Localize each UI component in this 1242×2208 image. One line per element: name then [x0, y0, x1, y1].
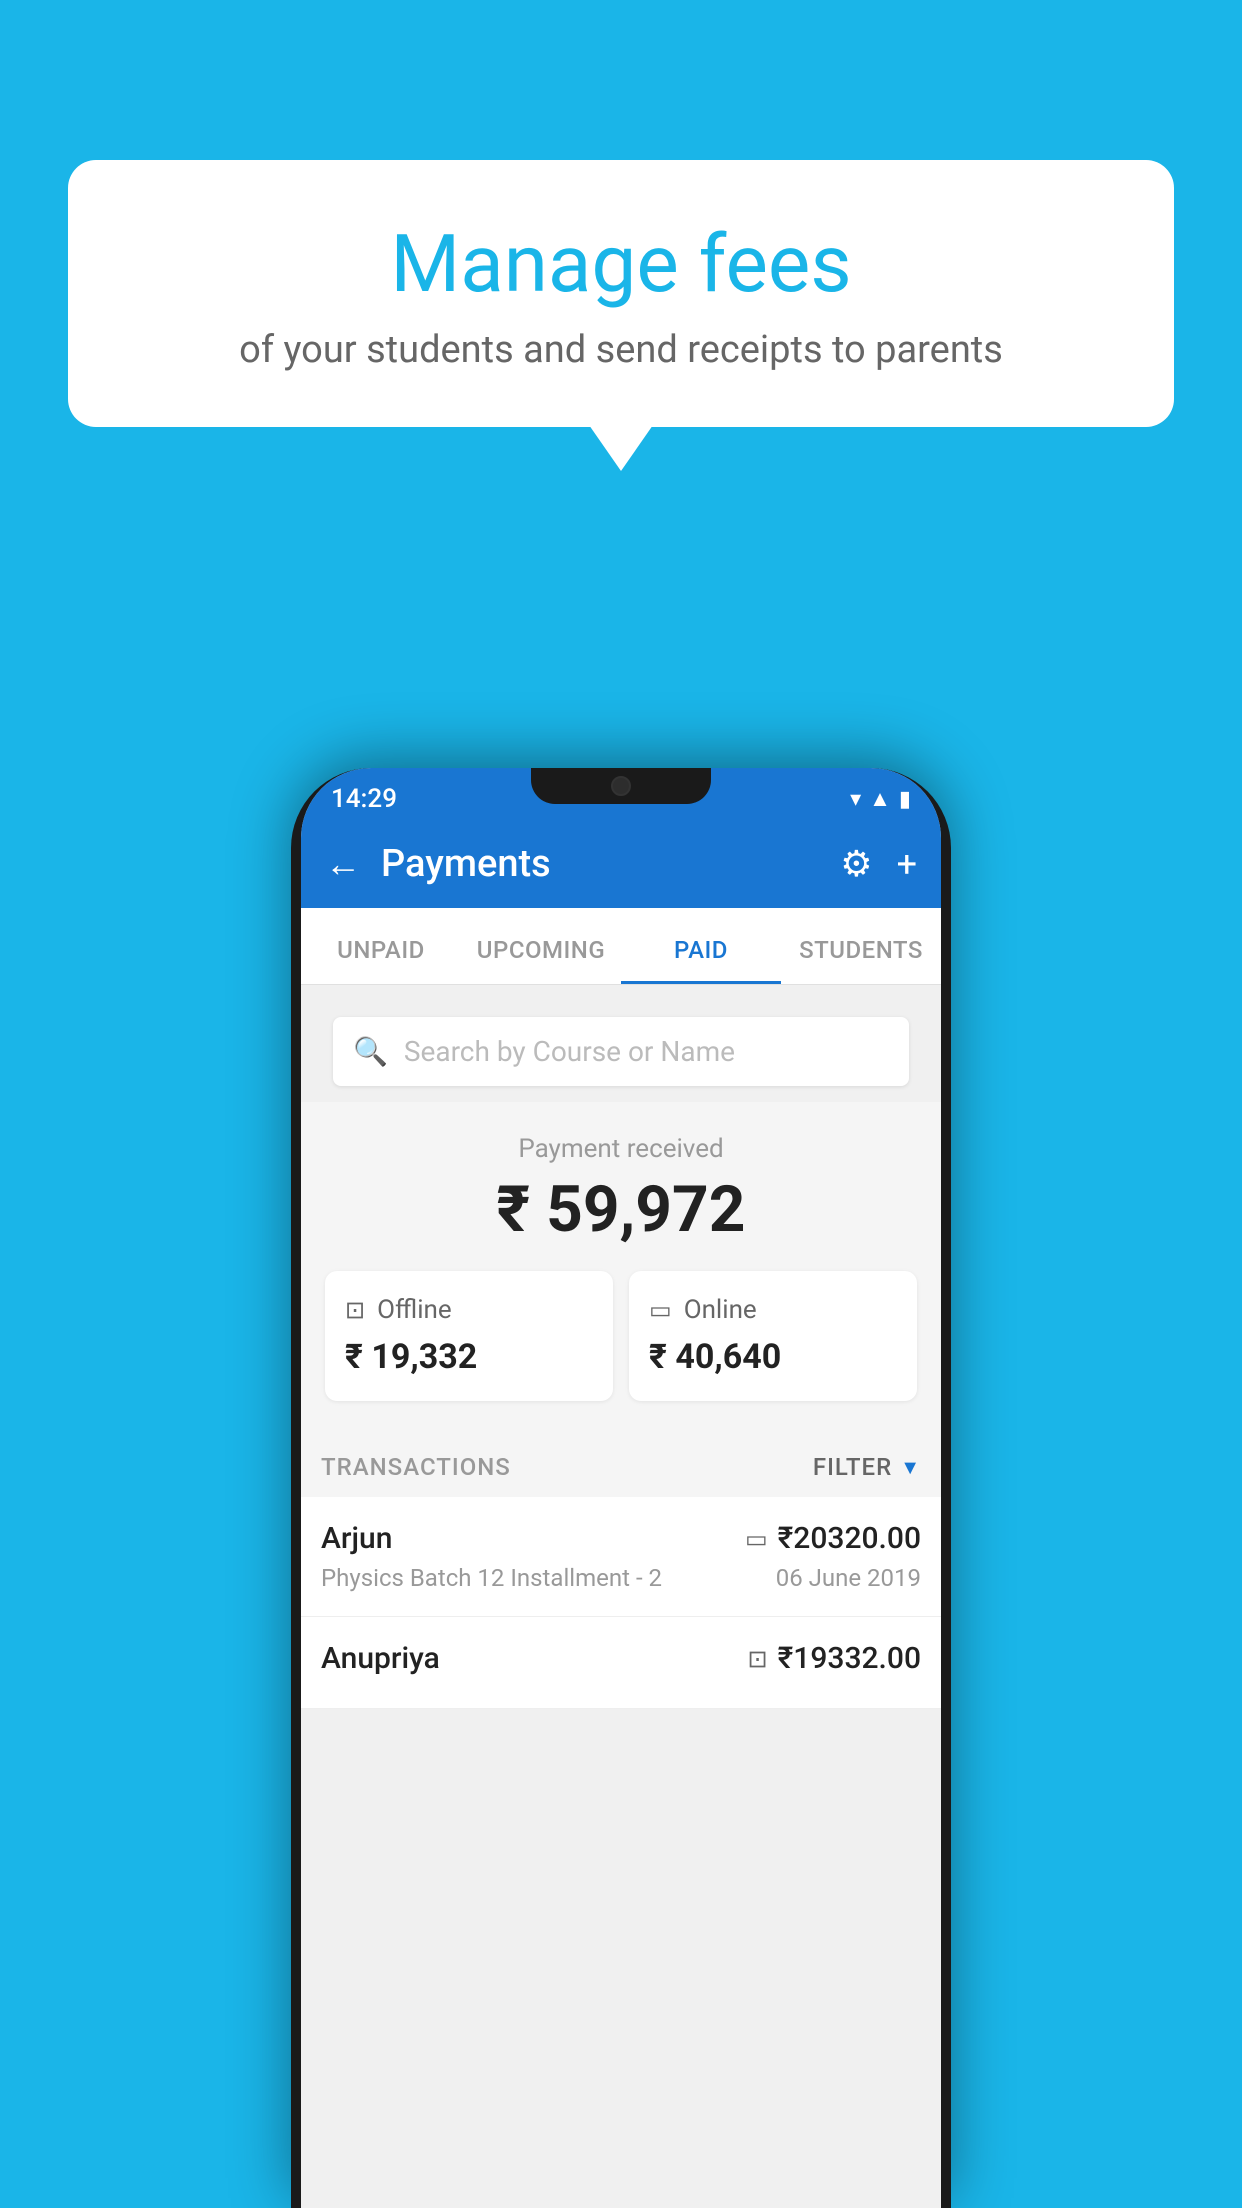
battery-icon: ▮ [899, 787, 911, 812]
front-camera [611, 776, 631, 796]
offline-card: ⊡ Offline ₹ 19,332 [325, 1271, 613, 1401]
online-label: Online [684, 1295, 757, 1325]
transaction-item[interactable]: Arjun ▭ ₹20320.00 Physics Batch 12 Insta… [301, 1497, 941, 1617]
phone-screen: 14:29 ▾ ▲ ▮ ← Payments ⚙ + UNPAID UPCOMI… [301, 768, 941, 2208]
payment-summary: Payment received ₹ 59,972 ⊡ Offline ₹ 19… [301, 1102, 941, 1425]
payment-cards: ⊡ Offline ₹ 19,332 ▭ Online ₹ 40,640 [321, 1271, 921, 1401]
search-placeholder: Search by Course or Name [404, 1035, 735, 1068]
bubble-title: Manage fees [128, 220, 1114, 308]
speech-bubble-section: Manage fees of your students and send re… [68, 160, 1174, 427]
transactions-label: TRANSACTIONS [321, 1453, 511, 1481]
search-icon: 🔍 [353, 1035, 388, 1068]
filter-label: FILTER [813, 1453, 892, 1481]
transaction-amount: ₹19332.00 [778, 1641, 921, 1676]
app-bar-icons: ⚙ + [840, 843, 917, 885]
tab-paid[interactable]: PAID [621, 908, 781, 984]
payment-received-label: Payment received [321, 1134, 921, 1164]
speech-bubble: Manage fees of your students and send re… [68, 160, 1174, 427]
transaction-amount: ₹20320.00 [778, 1521, 921, 1556]
offline-icon: ⊡ [345, 1296, 365, 1324]
offline-label: Offline [377, 1295, 452, 1325]
signal-icon: ▲ [869, 786, 891, 812]
payment-total-amount: ₹ 59,972 [321, 1172, 921, 1247]
app-title: Payments [381, 842, 820, 886]
offline-amount: ₹ 19,332 [345, 1337, 593, 1377]
status-icons: ▾ ▲ ▮ [850, 786, 911, 812]
online-card-header: ▭ Online [649, 1295, 897, 1325]
filter-button[interactable]: FILTER ▼ [813, 1453, 921, 1481]
back-button[interactable]: ← [325, 843, 361, 885]
offline-payment-icon: ⊡ [748, 1645, 768, 1673]
transaction-date: 06 June 2019 [776, 1564, 921, 1592]
transaction-list: Arjun ▭ ₹20320.00 Physics Batch 12 Insta… [301, 1497, 941, 1709]
tab-unpaid[interactable]: UNPAID [301, 908, 461, 984]
transaction-details-row: Physics Batch 12 Installment - 2 06 June… [321, 1564, 921, 1592]
online-amount: ₹ 40,640 [649, 1337, 897, 1377]
filter-icon: ▼ [900, 1455, 921, 1480]
transaction-amount-container: ⊡ ₹19332.00 [748, 1641, 921, 1676]
transaction-name: Anupriya [321, 1641, 440, 1676]
tab-upcoming[interactable]: UPCOMING [461, 908, 621, 984]
card-payment-icon: ▭ [745, 1525, 768, 1553]
settings-icon[interactable]: ⚙ [840, 843, 872, 885]
add-button[interactable]: + [897, 843, 917, 885]
status-time: 14:29 [331, 784, 397, 814]
app-bar: ← Payments ⚙ + [301, 820, 941, 908]
tabs-bar: UNPAID UPCOMING PAID STUDENTS [301, 908, 941, 985]
search-bar[interactable]: 🔍 Search by Course or Name [333, 1017, 909, 1086]
transactions-header: TRANSACTIONS FILTER ▼ [301, 1425, 941, 1497]
offline-card-header: ⊡ Offline [345, 1295, 593, 1325]
transaction-item[interactable]: Anupriya ⊡ ₹19332.00 [301, 1617, 941, 1709]
transaction-name: Arjun [321, 1521, 392, 1556]
transaction-main-row: Arjun ▭ ₹20320.00 [321, 1521, 921, 1556]
phone-frame: 14:29 ▾ ▲ ▮ ← Payments ⚙ + UNPAID UPCOMI… [291, 768, 951, 2208]
online-icon: ▭ [649, 1296, 672, 1324]
transaction-amount-container: ▭ ₹20320.00 [745, 1521, 921, 1556]
phone-notch [531, 768, 711, 804]
bubble-subtitle: of your students and send receipts to pa… [128, 328, 1114, 372]
tab-students[interactable]: STUDENTS [781, 908, 941, 984]
wifi-icon: ▾ [850, 787, 861, 812]
transaction-main-row: Anupriya ⊡ ₹19332.00 [321, 1641, 921, 1676]
transaction-course: Physics Batch 12 Installment - 2 [321, 1564, 662, 1592]
online-card: ▭ Online ₹ 40,640 [629, 1271, 917, 1401]
